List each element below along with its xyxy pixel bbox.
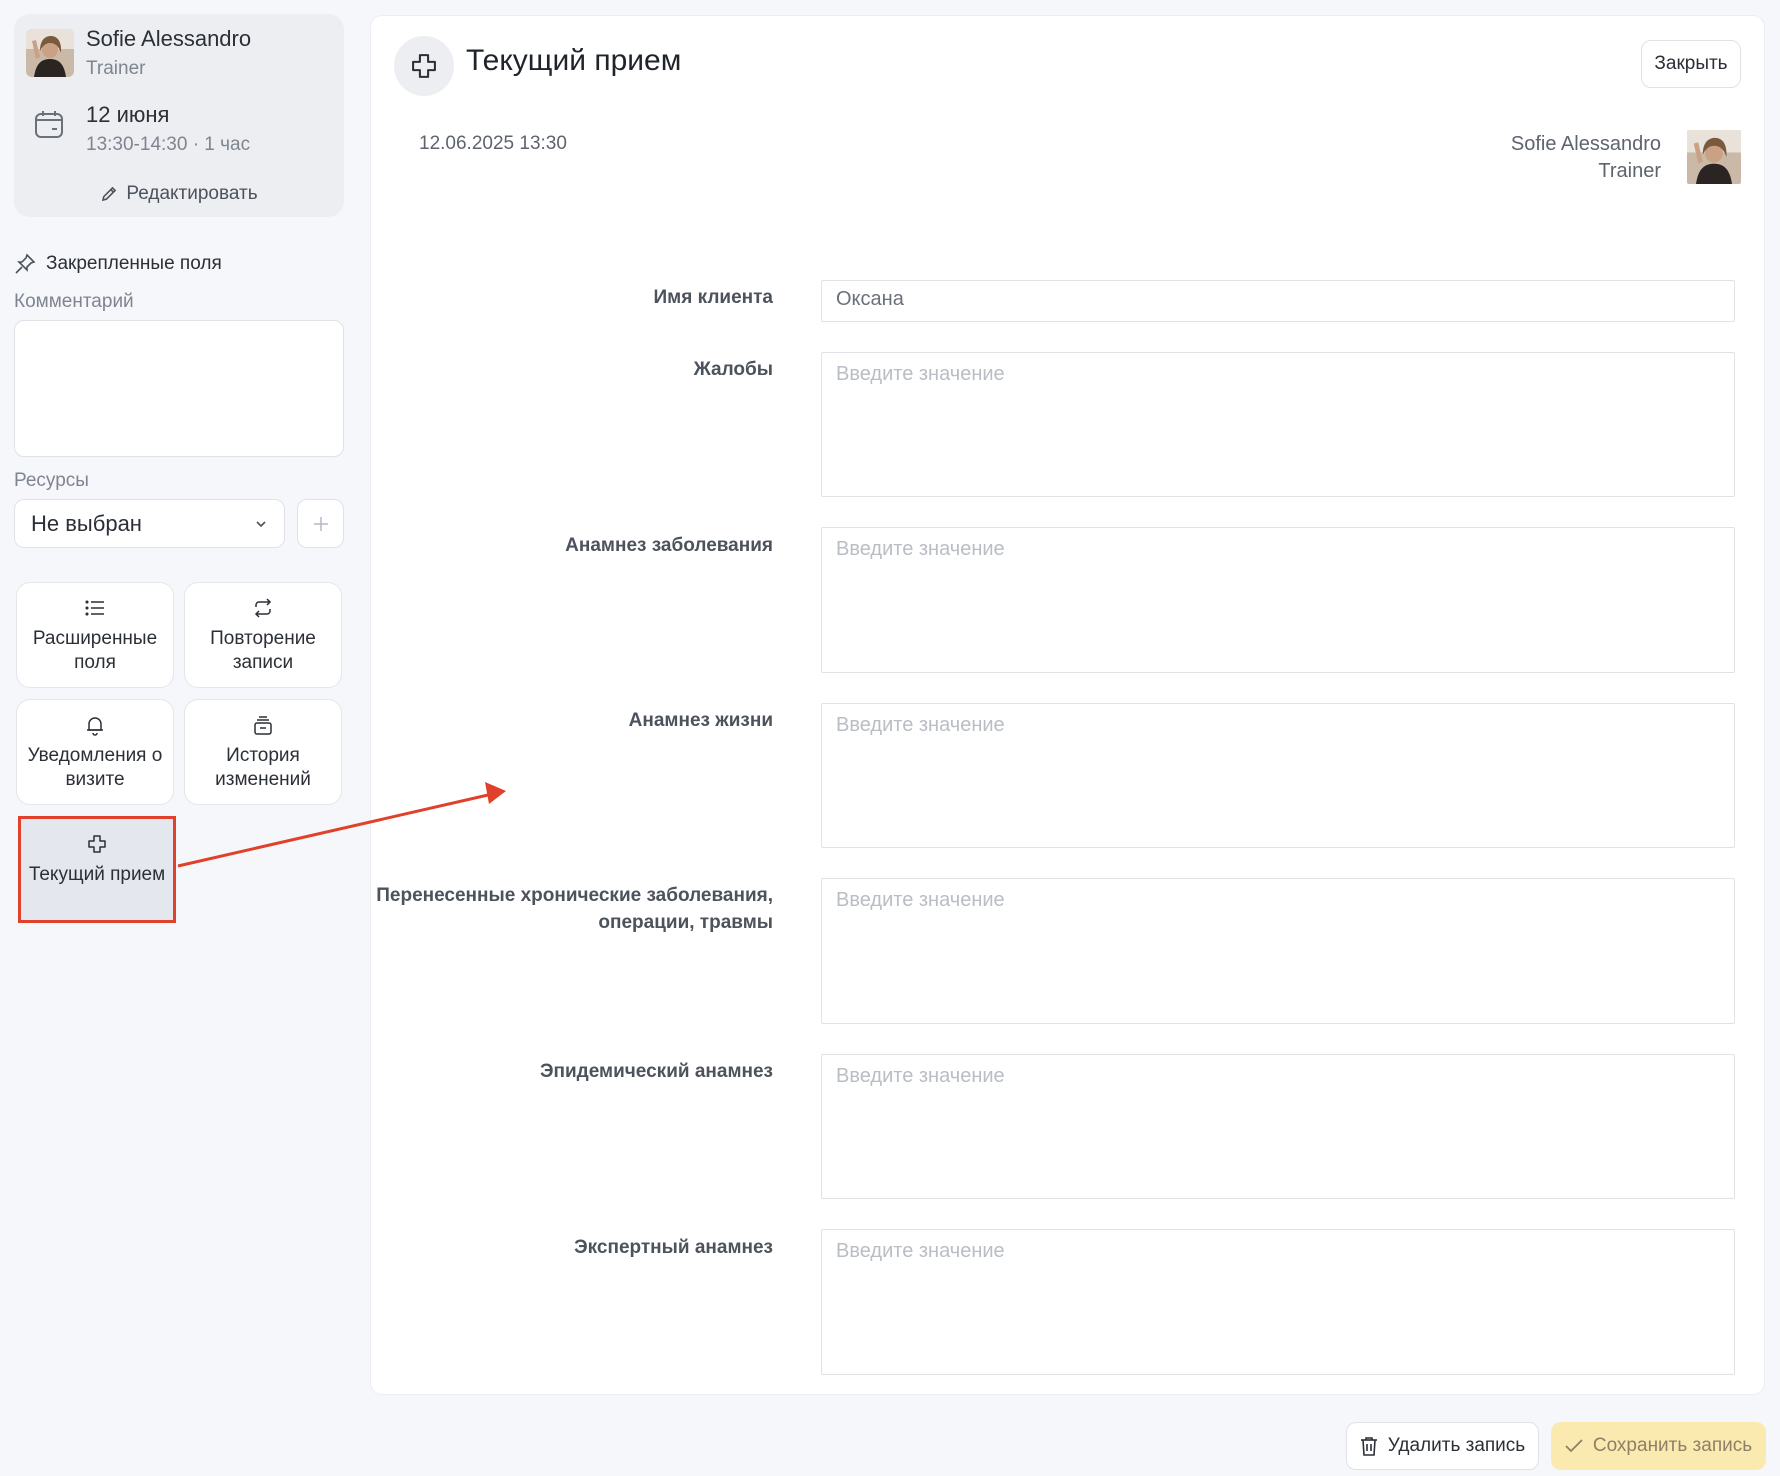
bell-icon	[87, 717, 103, 736]
chevron-down-icon	[256, 520, 266, 527]
appointment-date: 12 июня	[86, 102, 170, 127]
add-resource-button[interactable]	[297, 499, 344, 548]
page-title: Текущий прием	[466, 44, 682, 77]
complaints-textarea[interactable]	[821, 352, 1735, 497]
field-label-complaints: Жалобы	[693, 359, 773, 380]
field-label-chronic-diseases: Перенесенные хронические заболевания, оп…	[376, 885, 773, 933]
tile-repeat-appointment[interactable]: Повторение записи	[184, 582, 342, 688]
plus-icon	[313, 516, 328, 531]
staff-role: Trainer	[86, 58, 146, 79]
check-icon	[1565, 1439, 1583, 1453]
title-icon-badge	[394, 36, 454, 96]
visit-datetime: 12.06.2025 13:30	[419, 133, 567, 154]
resources-select[interactable]: Не выбран	[14, 499, 285, 548]
annotation-highlight-box	[18, 816, 176, 923]
edit-appointment-button[interactable]: Редактировать	[14, 180, 344, 208]
tile-label: История изменений	[215, 745, 311, 790]
pinned-fields-title: Закрепленные поля	[46, 253, 222, 274]
staff-avatar	[26, 29, 74, 77]
life-history-textarea[interactable]	[821, 703, 1735, 848]
chronic-diseases-textarea[interactable]	[821, 878, 1735, 1024]
field-label-epidemic-history: Эпидемический анамнез	[539, 1061, 773, 1082]
list-icon	[85, 600, 104, 616]
doctor-avatar	[1687, 130, 1741, 184]
save-label: Сохранить запись	[1592, 1435, 1753, 1456]
appointment-time: 13:30-14:30 · 1 час	[86, 134, 251, 155]
comment-textarea[interactable]	[14, 320, 344, 457]
tile-label: Уведомления о визите	[27, 745, 163, 790]
trash-icon	[1360, 1437, 1377, 1456]
repeat-icon	[254, 598, 272, 618]
pencil-icon	[102, 186, 117, 202]
delete-record-button[interactable]: Удалить запись	[1346, 1422, 1539, 1470]
edit-label: Редактировать	[126, 183, 258, 204]
disease-history-textarea[interactable]	[821, 527, 1735, 673]
calendar-icon	[35, 111, 63, 138]
tile-label: Расширенные поля	[32, 628, 158, 673]
staff-name: Sofie Alessandro	[86, 26, 252, 51]
tile-change-history[interactable]: История изменений	[184, 699, 342, 805]
field-label-life-history: Анамнез жизни	[628, 710, 773, 731]
medical-cross-icon	[412, 54, 436, 78]
delete-label: Удалить запись	[1387, 1435, 1526, 1456]
resources-label: Ресурсы	[14, 470, 89, 491]
doctor-name: Sofie Alessandro	[1510, 133, 1661, 155]
field-label-client-name: Имя клиента	[653, 287, 773, 308]
save-record-button[interactable]: Сохранить запись	[1551, 1422, 1766, 1470]
comment-label: Комментарий	[14, 291, 134, 312]
epidemic-history-textarea[interactable]	[821, 1054, 1735, 1199]
tile-visit-notifications[interactable]: Уведомления о визите	[16, 699, 174, 805]
field-label-expert-history: Экспертный анамнез	[574, 1237, 773, 1258]
tile-extended-fields[interactable]: Расширенные поля	[16, 582, 174, 688]
history-icon	[254, 716, 272, 735]
pinned-fields-header: Закрепленные поля	[14, 253, 222, 275]
doctor-role: Trainer	[1598, 160, 1661, 182]
client-name-input[interactable]	[821, 280, 1735, 322]
tile-label: Повторение записи	[210, 628, 316, 673]
expert-history-textarea[interactable]	[821, 1229, 1735, 1375]
field-label-disease-history: Анамнез заболевания	[565, 535, 773, 556]
pin-icon	[15, 253, 36, 274]
close-button[interactable]: Закрыть	[1641, 40, 1741, 88]
resources-value: Не выбран	[31, 510, 142, 536]
